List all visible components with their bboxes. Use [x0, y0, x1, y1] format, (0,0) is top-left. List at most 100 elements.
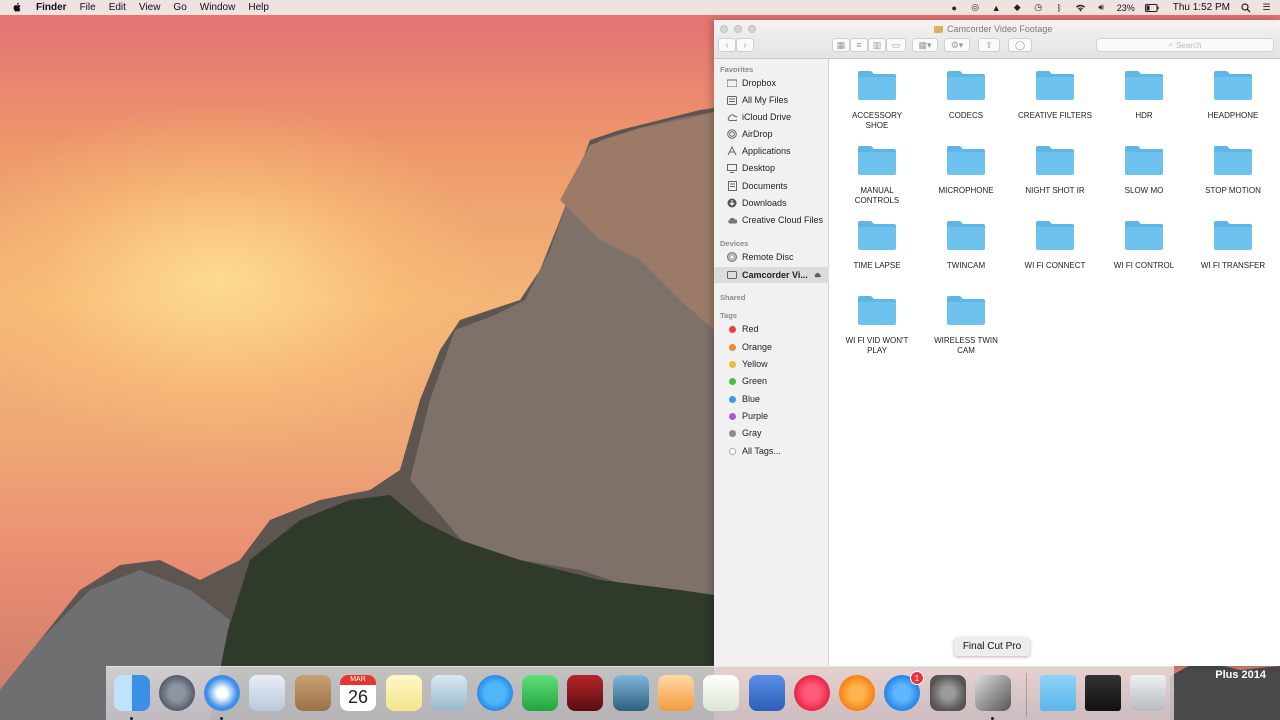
- folder-item[interactable]: WI FI CONTROL: [1099, 219, 1189, 271]
- arrange-button[interactable]: ▦▾: [912, 38, 938, 52]
- folder-label-line: NIGHT SHOT IR: [1025, 186, 1085, 195]
- folder-item[interactable]: TIME LAPSE: [832, 219, 922, 271]
- applications-icon: [727, 146, 737, 156]
- cover-flow-button[interactable]: ▭: [886, 38, 906, 52]
- sidebar-tag-gray[interactable]: Gray: [714, 425, 829, 441]
- action-gear-button[interactable]: ⚙▾: [944, 38, 970, 52]
- eject-icon[interactable]: ⏏: [814, 271, 821, 279]
- sidebar-item-camcorder[interactable]: Camcorder Vi... ⏏: [714, 267, 829, 283]
- menu-go[interactable]: Go: [173, 2, 186, 13]
- sidebar-item-icloud-drive[interactable]: iCloud Drive: [714, 109, 829, 125]
- calendar-icon[interactable]: MAR 26: [340, 675, 376, 711]
- downloads-folder-icon[interactable]: [1040, 675, 1076, 711]
- menu-help[interactable]: Help: [248, 2, 269, 13]
- icon-view-button[interactable]: ▦: [832, 38, 850, 52]
- trash-icon[interactable]: [1130, 675, 1166, 711]
- sidebar-all-tags[interactable]: All Tags...: [714, 443, 829, 459]
- sidebar-item-desktop[interactable]: Desktop: [714, 160, 829, 176]
- sidebar-tag-red[interactable]: Red: [714, 321, 829, 337]
- screen-record-icon[interactable]: ●: [949, 3, 960, 13]
- spotlight-icon[interactable]: [1240, 2, 1251, 13]
- share-button[interactable]: ⇪: [978, 38, 1000, 52]
- app-menu-finder[interactable]: Finder: [36, 2, 67, 13]
- battery-icon[interactable]: [1144, 3, 1159, 13]
- dropbox-menu-icon[interactable]: ◆: [1012, 2, 1023, 13]
- volume-icon[interactable]: 🔊︎: [1096, 2, 1107, 13]
- iphoto-icon[interactable]: [613, 675, 649, 711]
- folder-item[interactable]: TWINCAM: [921, 219, 1011, 271]
- sidebar-item-downloads[interactable]: Downloads: [714, 195, 829, 211]
- stack-icon[interactable]: [1085, 675, 1121, 711]
- column-view-button[interactable]: ▥: [868, 38, 886, 52]
- folder-item[interactable]: STOP MOTION: [1188, 144, 1278, 196]
- folder-item[interactable]: HEADPHONE: [1188, 69, 1278, 121]
- photo-booth-icon[interactable]: [567, 675, 603, 711]
- sidebar-item-creative-cloud-files[interactable]: Creative Cloud Files: [714, 212, 829, 228]
- pages-icon[interactable]: [658, 675, 694, 711]
- mail-icon[interactable]: [249, 675, 285, 711]
- tags-button[interactable]: ◯: [1008, 38, 1032, 52]
- folder-item[interactable]: MICROPHONE: [921, 144, 1011, 196]
- folder-item[interactable]: ACCESSORY SHOE: [832, 69, 922, 131]
- menu-edit[interactable]: Edit: [109, 2, 126, 13]
- back-button[interactable]: ‹: [718, 38, 736, 52]
- sidebar-tag-orange[interactable]: Orange: [714, 339, 829, 355]
- battery-percent[interactable]: 23%: [1117, 3, 1135, 13]
- sidebar-item-documents[interactable]: Documents: [714, 178, 829, 194]
- messages-icon[interactable]: [477, 675, 513, 711]
- close-button[interactable]: [720, 25, 728, 33]
- sidebar-item-dropbox[interactable]: Dropbox: [714, 75, 829, 91]
- folder-item[interactable]: MANUAL CONTROLS: [832, 144, 922, 206]
- sidebar-item-all-my-files[interactable]: All My Files: [714, 92, 829, 108]
- sidebar-item-applications[interactable]: Applications: [714, 143, 829, 159]
- sidebar-tag-yellow[interactable]: Yellow: [714, 356, 829, 372]
- folder-item[interactable]: NIGHT SHOT IR: [1010, 144, 1100, 196]
- bluetooth-icon[interactable]: ᛒ: [1054, 3, 1065, 13]
- facetime-icon[interactable]: [522, 675, 558, 711]
- folder-item[interactable]: WI FI CONNECT: [1010, 219, 1100, 271]
- menu-clock[interactable]: Thu 1:52 PM: [1173, 2, 1230, 13]
- sidebar-tag-purple[interactable]: Purple: [714, 408, 829, 424]
- menu-window[interactable]: Window: [200, 2, 236, 13]
- minimize-button[interactable]: [734, 25, 742, 33]
- creative-cloud-menu-icon[interactable]: ◎: [970, 2, 981, 13]
- contacts-icon[interactable]: [295, 675, 331, 711]
- forward-button[interactable]: ›: [736, 38, 754, 52]
- folder-icon: [1035, 144, 1075, 176]
- folder-item[interactable]: WI FI VID WON'T PLAY: [832, 294, 922, 356]
- list-view-button[interactable]: ≡: [850, 38, 868, 52]
- zoom-button[interactable]: [748, 25, 756, 33]
- itunes-icon[interactable]: [794, 675, 830, 711]
- sidebar-item-airdrop[interactable]: AirDrop: [714, 126, 829, 142]
- time-machine-icon[interactable]: ◷: [1033, 2, 1044, 13]
- system-preferences-icon[interactable]: [930, 675, 966, 711]
- folder-item[interactable]: WI FI TRANSFER: [1188, 219, 1278, 271]
- folder-item[interactable]: SLOW MO: [1099, 144, 1189, 196]
- search-input[interactable]: ⌕ Search: [1096, 38, 1274, 52]
- folder-item[interactable]: HDR: [1099, 69, 1189, 121]
- apple-menu-icon[interactable]: [12, 2, 26, 13]
- folder-item[interactable]: CREATIVE FILTERS: [1010, 69, 1100, 121]
- finder-icon[interactable]: [114, 675, 150, 711]
- sidebar-item-remote-disc[interactable]: Remote Disc: [714, 249, 829, 265]
- ibooks-icon[interactable]: [839, 675, 875, 711]
- safari-icon[interactable]: [204, 675, 240, 711]
- preview-icon[interactable]: [431, 675, 467, 711]
- launchpad-icon[interactable]: [159, 675, 195, 711]
- menu-view[interactable]: View: [139, 2, 161, 13]
- final-cut-pro-icon[interactable]: [975, 675, 1011, 711]
- sidebar-tag-blue[interactable]: Blue: [714, 391, 829, 407]
- numbers-icon[interactable]: [703, 675, 739, 711]
- folder-item[interactable]: CODECS: [921, 69, 1011, 121]
- keynote-icon[interactable]: [749, 675, 785, 711]
- adobe-menu-icon[interactable]: ▲: [991, 3, 1002, 13]
- notification-center-icon[interactable]: ☰: [1261, 2, 1272, 13]
- folder-icon: [1213, 69, 1253, 101]
- notes-icon[interactable]: [386, 675, 422, 711]
- title-bar[interactable]: Camcorder Video Footage ‹ › ▦ ≡ ▥ ▭ ▦▾ ⚙…: [714, 20, 1280, 59]
- wifi-icon[interactable]: [1075, 3, 1086, 13]
- sidebar-tag-green[interactable]: Green: [714, 373, 829, 389]
- folder-item[interactable]: WIRELESS TWIN CAM: [921, 294, 1011, 356]
- menu-file[interactable]: File: [80, 2, 96, 13]
- app-store-icon[interactable]: 1: [884, 671, 924, 711]
